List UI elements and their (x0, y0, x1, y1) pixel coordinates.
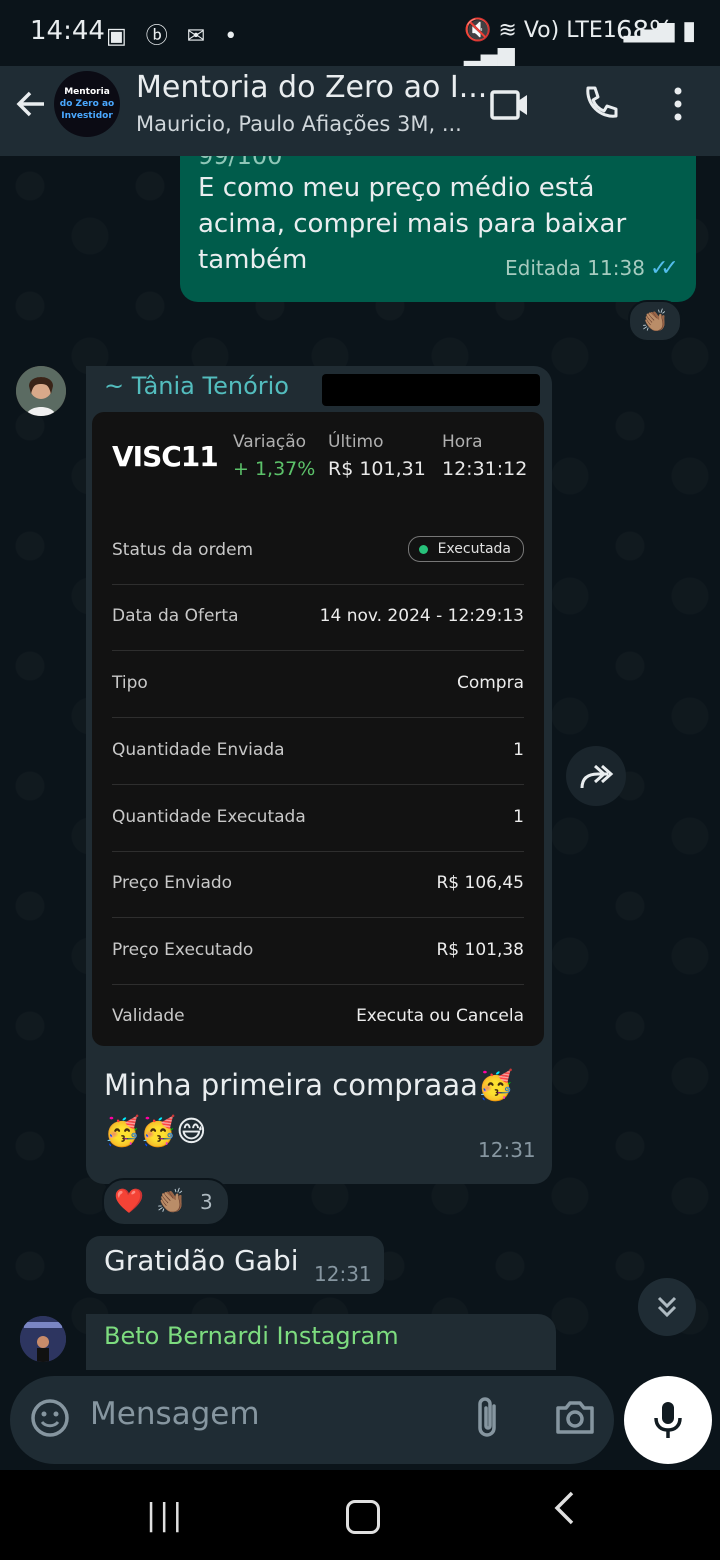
arrow-left-icon[interactable] (14, 86, 48, 130)
system-nav-bar: ||| (0, 1470, 720, 1560)
detail-value: Compra (456, 673, 524, 693)
detail-value: 14 nov. 2024 - 12:29:13 (319, 606, 524, 626)
video-call-icon[interactable] (490, 88, 530, 126)
status-badge-text: Executada (437, 541, 511, 557)
battery-percent: 68% ▮ (616, 16, 697, 46)
clap-icon: 👏🏽 (156, 1187, 186, 1215)
chat-header: Mentoria do Zero ao Investidor Mentoria … (0, 66, 720, 156)
group-title[interactable]: Mentoria do Zero ao I... (136, 70, 487, 105)
detail-row: Data da Oferta 14 nov. 2024 - 12:29:13 (112, 584, 524, 651)
detail-value: 1 (513, 807, 524, 827)
sender-avatar[interactable] (20, 1316, 66, 1362)
attach-icon[interactable] (472, 1396, 504, 1444)
read-ticks-icon: ✓✓ (650, 256, 679, 281)
detail-row: Validade Executa ou Cancela (112, 984, 524, 1050)
sender-name[interactable]: ~ Tânia Tenório (104, 372, 289, 400)
detail-row: Preço Executado R$ 101,38 (112, 918, 524, 985)
message-input-bar: Mensagem (0, 1370, 720, 1470)
reaction-badge[interactable]: 👏🏽 (628, 300, 682, 342)
order-details-list: Status da ordem Executada Data da Oferta… (92, 412, 544, 1046)
detail-value: R$ 101,38 (436, 940, 524, 960)
heart-icon: ❤️ (114, 1187, 144, 1215)
home-icon[interactable] (346, 1500, 380, 1534)
chat-area[interactable]: 99/100 E como meu preço médio está acima… (0, 156, 720, 1370)
message-input[interactable]: Mensagem (90, 1396, 260, 1432)
sender-avatar[interactable] (16, 366, 66, 416)
reaction-badge[interactable]: ❤️ 👏🏽 3 (102, 1178, 230, 1226)
detail-value: R$ 106,45 (436, 873, 524, 893)
status-time: 14:44 (30, 16, 105, 46)
detail-row: Quantidade Enviada 1 (112, 718, 524, 785)
detail-label: Preço Executado (112, 940, 254, 960)
notification-icons: ▣ ⓑ ✉ • (106, 24, 244, 49)
status-label: Status da ordem (112, 540, 254, 560)
detail-label: Validade (112, 1006, 185, 1026)
detail-value: 1 (513, 740, 524, 760)
avatar-line-3: Investidor (61, 111, 113, 121)
recents-icon[interactable]: ||| (146, 1498, 185, 1533)
back-icon[interactable] (552, 1490, 576, 1536)
avatar-line-2: do Zero ao (59, 99, 115, 109)
order-status-row: Status da ordem Executada (112, 518, 524, 585)
quoted-fragment: 99/100 (198, 156, 283, 170)
detail-row: Preço Enviado R$ 106,45 (112, 851, 524, 918)
status-badge: Executada (407, 536, 524, 562)
forward-icon[interactable] (566, 746, 626, 806)
detail-label: Tipo (112, 673, 148, 693)
avatar-line-1: Mentoria (64, 87, 110, 97)
detail-label: Quantidade Enviada (112, 740, 285, 760)
message-text: Gratidão Gabi (104, 1244, 299, 1277)
detail-row: Quantidade Executada 1 (112, 785, 524, 852)
status-dot-icon (418, 544, 428, 554)
message-edited-time: Editada 11:38 (505, 256, 645, 280)
detail-label: Preço Enviado (112, 873, 233, 893)
more-vertical-icon[interactable] (670, 86, 686, 126)
detail-row: Tipo Compra (112, 651, 524, 718)
incoming-message-text: Minha primeira compraaa🥳 🥳🥳😅 (104, 1062, 534, 1154)
status-bar: 14:44 ▣ ⓑ ✉ • 🔇 ≋ Vo) LTE1 ▂▄▆ ▂▄▆ 68% ▮ (0, 0, 720, 68)
message-time: 12:31 (478, 1138, 536, 1162)
sender-name[interactable]: Beto Bernardi Instagram (104, 1322, 399, 1350)
battery-icon: ▮ (673, 16, 697, 46)
detail-label: Data da Oferta (112, 606, 239, 626)
clap-icon: 👏🏽 (641, 308, 669, 334)
message-line-2: 🥳🥳😅 (104, 1114, 207, 1148)
group-avatar[interactable]: Mentoria do Zero ao Investidor (54, 71, 120, 137)
message-line-1: Minha primeira compraaa🥳 (104, 1068, 514, 1102)
reaction-count: 3 (200, 1190, 213, 1214)
detail-value: Executa ou Cancela (356, 1006, 524, 1026)
redacted-box (322, 374, 540, 406)
message-time: 12:31 (314, 1262, 372, 1286)
phone-icon[interactable] (580, 84, 618, 128)
mic-icon[interactable] (624, 1376, 712, 1464)
scroll-down-icon[interactable] (638, 1278, 696, 1336)
emoji-icon[interactable] (30, 1398, 70, 1442)
group-members[interactable]: Mauricio, Paulo Afiações 3M, ... (136, 112, 462, 136)
camera-icon[interactable] (554, 1398, 596, 1440)
detail-label: Quantidade Executada (112, 807, 306, 827)
